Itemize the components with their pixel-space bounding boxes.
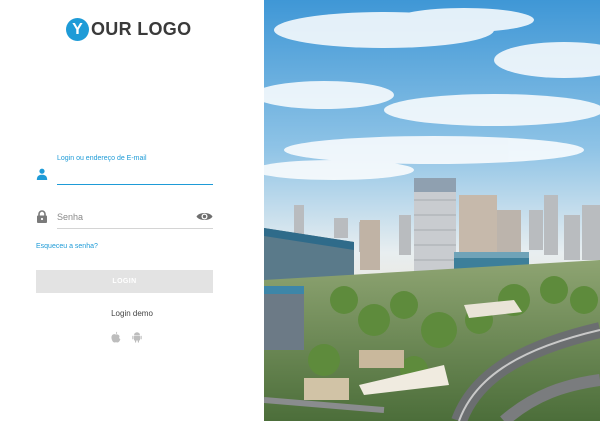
password-input[interactable] bbox=[57, 209, 192, 225]
login-panel: Y OUR LOGO Login ou endereço de E-mail E… bbox=[0, 0, 264, 421]
username-underline bbox=[57, 184, 213, 185]
android-icon[interactable] bbox=[131, 330, 143, 343]
logo-mark: Y bbox=[66, 18, 89, 41]
city-background-image bbox=[264, 0, 600, 421]
user-icon bbox=[36, 168, 48, 180]
username-field: Login ou endereço de E-mail bbox=[36, 155, 213, 187]
login-page: Y OUR LOGO Login ou endereço de E-mail E… bbox=[0, 0, 600, 421]
password-field bbox=[36, 207, 213, 231]
password-underline bbox=[57, 228, 213, 229]
demo-platforms bbox=[110, 330, 143, 343]
demo-login-label: Login demo bbox=[111, 309, 153, 318]
logo-text: OUR LOGO bbox=[91, 19, 192, 39]
eye-icon[interactable] bbox=[196, 211, 213, 222]
forgot-password-link[interactable]: Esqueceu a senha? bbox=[36, 243, 98, 250]
username-input[interactable] bbox=[57, 166, 213, 183]
lock-icon bbox=[37, 210, 47, 223]
brand-logo: Y OUR LOGO bbox=[66, 18, 191, 41]
username-label: Login ou endereço de E-mail bbox=[57, 155, 147, 162]
apple-icon[interactable] bbox=[110, 330, 122, 343]
login-button[interactable]: LOGIN bbox=[36, 270, 213, 293]
